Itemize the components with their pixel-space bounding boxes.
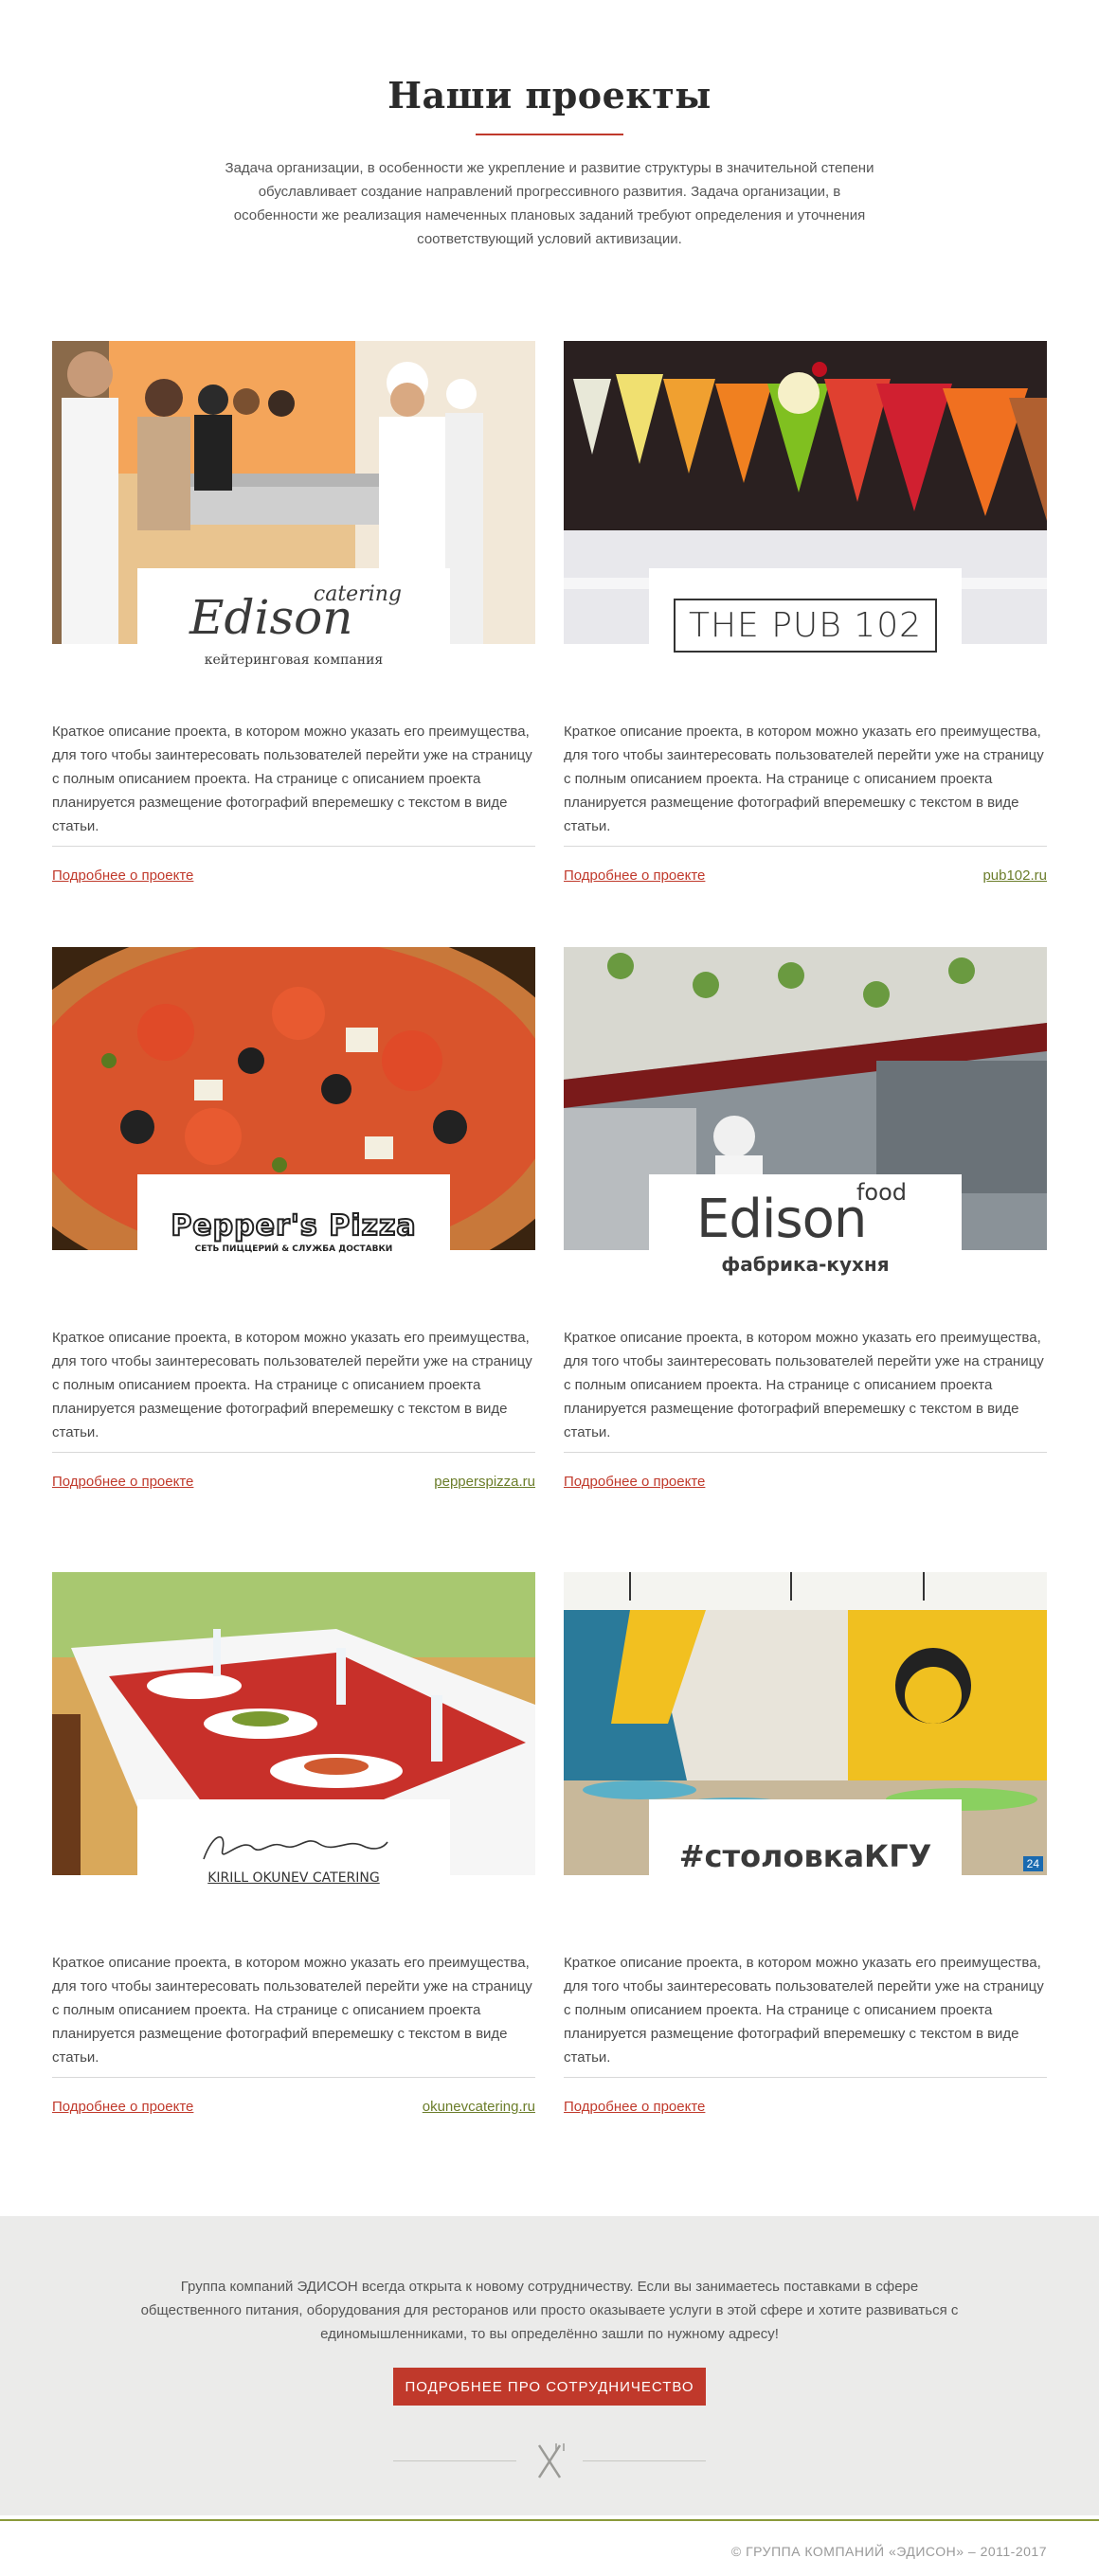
project-more-link[interactable]: Подробнее о проекте [52, 1474, 193, 1490]
project-more-link[interactable]: Подробнее о проекте [564, 1474, 705, 1490]
project-logo: Pepper's Pizza СЕТЬ ПИЦЦЕРИЙ & СЛУЖБА ДО… [137, 1174, 450, 1288]
project-logo: #столовкаКГУ [649, 1799, 962, 1913]
cooperation-button[interactable]: ПОДРОБНЕЕ ПРО СОТРУДНИЧЕСТВО [393, 2368, 706, 2406]
project-description: Краткое описание проекта, в котором можн… [564, 724, 1044, 834]
project-logo: Edison food фабрика-кухня [649, 1174, 962, 1288]
project-logo: Edison catering кейтеринговая компания [137, 568, 450, 682]
logo-tagline: СЕТЬ ПИЦЦЕРИЙ & СЛУЖБА ДОСТАВКИ [194, 1243, 393, 1254]
divider [52, 2077, 535, 2078]
logo-tagline: KIRILL OKUNEV CATERING [207, 1870, 380, 1886]
footer-rule [0, 2519, 1099, 2521]
okunev-signature-icon [203, 1835, 388, 1860]
pub102-logo: THE PUB 102 [673, 598, 938, 653]
logo-tagline: фабрика-кухня [721, 1253, 890, 1276]
divider [564, 846, 1047, 847]
project-more-link[interactable]: Подробнее о проекте [564, 868, 705, 884]
page-title: Наши проекты [387, 74, 712, 116]
intro-text: Задача организации, в особенности же укр… [225, 160, 874, 247]
divider [564, 1452, 1047, 1453]
project-description: Краткое описание проекта, в котором можн… [564, 1955, 1044, 2066]
project-more-link[interactable]: Подробнее о проекте [52, 868, 193, 884]
divider [52, 846, 535, 847]
project-description: Краткое описание проекта, в котором можн… [52, 1330, 532, 1440]
title-underline [476, 134, 623, 135]
project-site-link[interactable]: pepperspizza.ru [434, 1474, 535, 1490]
project-site-link[interactable]: pub102.ru [982, 868, 1047, 884]
project-site-link[interactable]: okunevcatering.ru [423, 2099, 535, 2115]
edison-catering-logo: Edison catering [180, 582, 407, 649]
divider-right [583, 2460, 706, 2461]
cutlery-icon [537, 2443, 565, 2478]
logo-tagline: кейтеринговая компания [204, 653, 384, 668]
project-more-link[interactable]: Подробнее о проекте [52, 2099, 193, 2115]
divider-left [393, 2460, 516, 2461]
project-logo: KIRILL OKUNEV CATERING [137, 1799, 450, 1913]
photo-badge: 24 [1022, 1856, 1043, 1871]
divider [52, 1452, 535, 1453]
logo-wordmark: Edison [696, 1189, 867, 1250]
stolovka-kgu-logo: #столовкаКГУ [678, 1838, 932, 1874]
cooperation-text: Группа компаний ЭДИСОН всегда открыта к … [140, 2279, 959, 2342]
project-description: Краткое описание проекта, в котором можн… [564, 1330, 1044, 1440]
divider [564, 2077, 1047, 2078]
logo-superscript: catering [313, 582, 402, 606]
project-description: Краткое описание проекта, в котором можн… [52, 1955, 532, 2066]
logo-superscript: food [856, 1179, 907, 1206]
project-description: Краткое описание проекта, в котором можн… [52, 724, 532, 834]
project-logo: THE PUB 102 [649, 568, 962, 682]
projects-intro: Наши проекты Задача организации, в особе… [0, 74, 1099, 251]
peppers-pizza-logo: Pepper's Pizza [170, 1208, 417, 1243]
page: Наши проекты Задача организации, в особе… [0, 0, 1099, 2576]
copyright: © ГРУППА КОМПАНИЙ «ЭДИСОН» – 2011-2017 [730, 2544, 1047, 2559]
cooperation-section: Группа компаний ЭДИСОН всегда открыта к … [0, 2216, 1099, 2515]
edison-food-logo: Edison food [696, 1179, 914, 1253]
project-more-link[interactable]: Подробнее о проекте [564, 2099, 705, 2115]
